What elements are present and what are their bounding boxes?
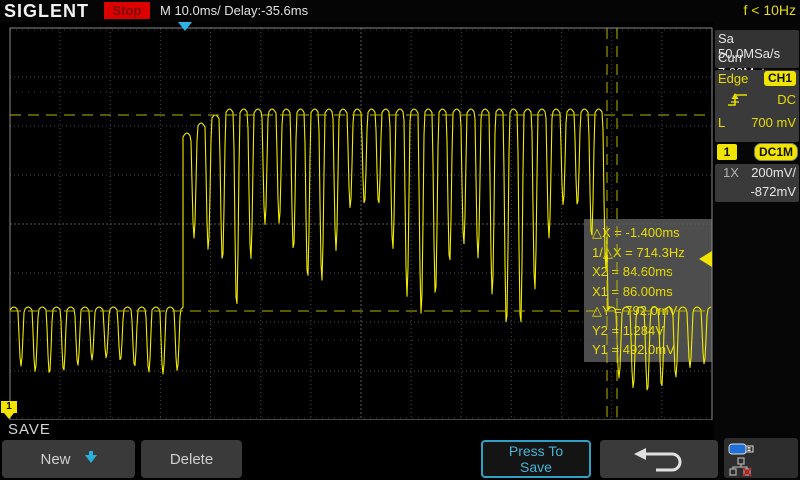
trigger-panel[interactable]: Edge CH1 DC L 700 mV xyxy=(715,70,799,142)
channel1-ground-marker[interactable]: 1 xyxy=(1,401,17,413)
sidebar: Sa 50.0MSa/s Curr 7.00Mpts Edge CH1 DC L… xyxy=(714,22,800,480)
trigger-level-value: 700 mV xyxy=(751,115,796,130)
press-to-save-button[interactable]: Press To Save xyxy=(481,440,591,478)
trigger-mode-label: Edge xyxy=(718,71,748,86)
lan-disconnected-icon xyxy=(728,457,754,477)
y2-readout: Y2 = 1.284V xyxy=(592,321,712,341)
trigger-position-marker[interactable] xyxy=(178,22,192,31)
channel1-offset: -872mV xyxy=(750,184,796,199)
sample-rate: Sa 50.0MSa/s xyxy=(715,30,799,49)
acquisition-panel: Sa 50.0MSa/s Curr 7.00Mpts xyxy=(715,30,799,68)
dropdown-arrow-icon xyxy=(85,455,97,463)
back-button[interactable] xyxy=(600,440,718,478)
menu-title: SAVE xyxy=(8,421,51,438)
trigger-source-badge[interactable]: CH1 xyxy=(764,71,796,86)
trigger-coupling: DC xyxy=(777,92,796,107)
channel1-coupling-badge[interactable]: DC1M xyxy=(754,143,798,161)
channel1-panel: 1X 200mV/ -872mV xyxy=(715,164,799,202)
save-button-line2: Save xyxy=(520,459,552,475)
new-button-label: New xyxy=(40,451,70,468)
delete-button[interactable]: Delete xyxy=(141,440,242,478)
channel1-badges-row[interactable]: 1 DC1M xyxy=(715,143,799,163)
run-state-badge[interactable]: Stop xyxy=(104,2,150,19)
status-icons-panel xyxy=(724,438,798,478)
rising-edge-icon xyxy=(726,90,750,110)
frequency-counter: f < 10Hz xyxy=(743,2,796,18)
memory-depth: Curr 7.00Mpts xyxy=(715,49,799,68)
delta-x-readout: △X = -1.400ms xyxy=(592,223,712,243)
timebase-readout: M 10.0ms/ Delay:-35.6ms xyxy=(160,3,308,18)
inv-delta-x-readout: 1/△X = 714.3Hz xyxy=(592,243,712,263)
trigger-level-label: L xyxy=(718,115,725,130)
brand-logo: SIGLENT xyxy=(4,1,89,22)
channel1-number-badge[interactable]: 1 xyxy=(717,144,737,160)
probe-attenuation: 1X xyxy=(723,165,739,180)
usb-drive-icon xyxy=(728,441,758,457)
delta-y-readout: △Y = 792.0mV xyxy=(592,301,712,321)
delete-button-label: Delete xyxy=(170,451,213,468)
volts-per-div: 200mV/ xyxy=(751,165,796,180)
bottom-menu-bar: SAVE New Delete Press To Save xyxy=(0,420,714,480)
x2-readout: X2 = 84.60ms xyxy=(592,262,712,282)
save-button-line1: Press To xyxy=(509,443,563,459)
cursor-readout-panel: △X = -1.400ms 1/△X = 714.3Hz X2 = 84.60m… xyxy=(584,219,712,362)
return-arrow-icon xyxy=(627,445,691,473)
top-status-bar: SIGLENT Stop M 10.0ms/ Delay:-35.6ms f <… xyxy=(0,0,800,22)
x1-readout: X1 = 86.00ms xyxy=(592,282,712,302)
new-button[interactable]: New xyxy=(2,440,135,478)
y1-readout: Y1 = 492.0mV xyxy=(592,340,712,360)
oscilloscope-screen: SIGLENT Stop M 10.0ms/ Delay:-35.6ms f <… xyxy=(0,0,800,480)
